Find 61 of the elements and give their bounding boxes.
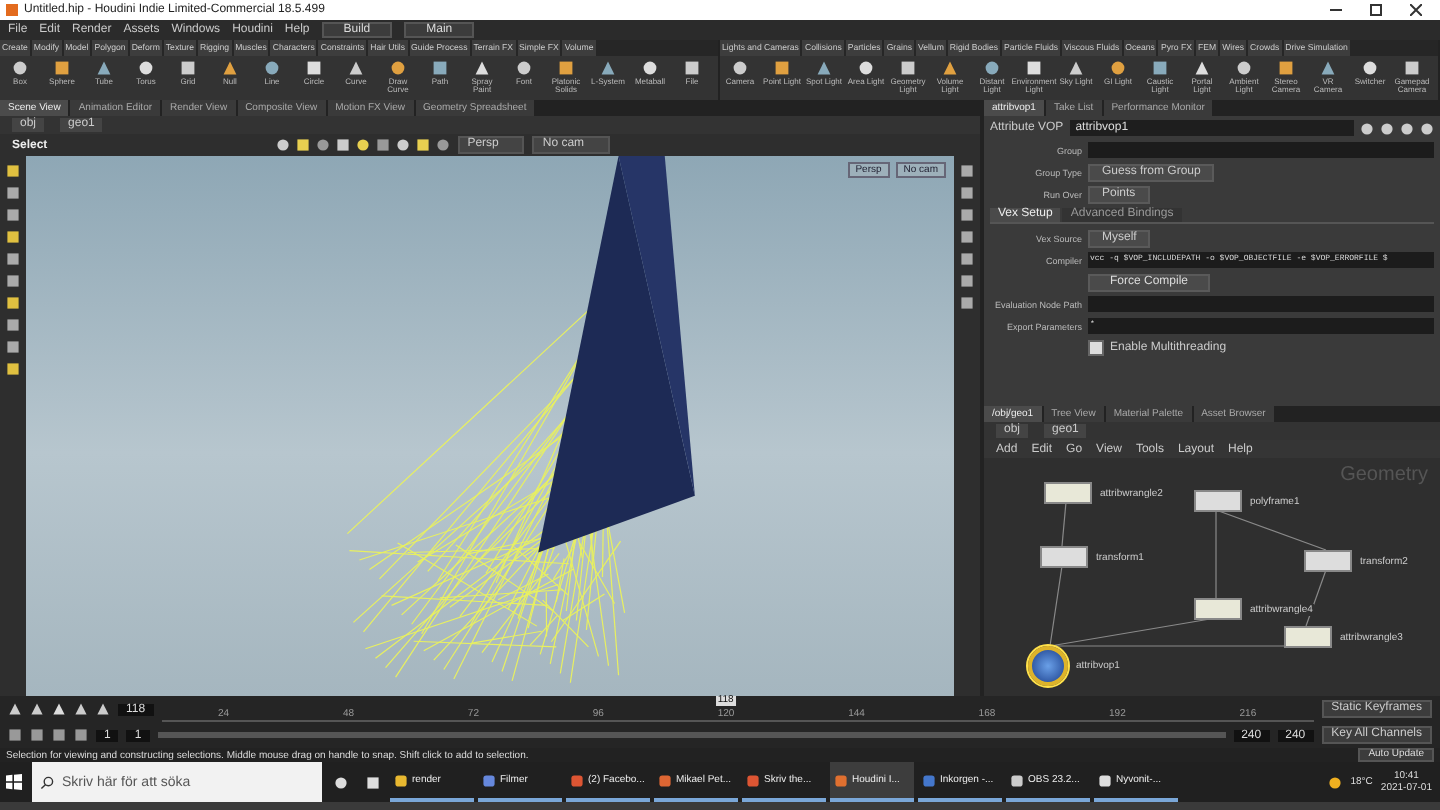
tool-icon[interactable] <box>1110 60 1126 76</box>
tool-icon[interactable] <box>1194 60 1210 76</box>
tool-icon[interactable] <box>774 60 790 76</box>
network-node[interactable] <box>1304 550 1352 572</box>
minimize-icon[interactable] <box>1330 4 1342 16</box>
connection-wire <box>1061 501 1067 547</box>
tool-icon[interactable] <box>600 60 616 76</box>
network-node[interactable] <box>1194 598 1242 620</box>
tool-icon[interactable] <box>642 60 658 76</box>
tool-icon[interactable] <box>306 60 322 76</box>
checkbox[interactable] <box>1088 340 1104 356</box>
tool-icon[interactable] <box>222 60 238 76</box>
tool-icon[interactable] <box>684 60 700 76</box>
tool-icon[interactable] <box>1362 60 1378 76</box>
windows-start-icon[interactable] <box>6 774 22 790</box>
network-node[interactable] <box>1284 626 1332 648</box>
text-field[interactable] <box>1088 142 1434 158</box>
network-node[interactable] <box>1028 646 1068 686</box>
app-icon <box>658 773 672 787</box>
app-icon <box>834 773 848 787</box>
app-icon <box>6 4 18 16</box>
tool-icon[interactable] <box>180 60 196 76</box>
tool-icon[interactable] <box>1026 60 1042 76</box>
tool-icon[interactable] <box>474 60 490 76</box>
tool-icon[interactable] <box>1320 60 1336 76</box>
tool-icon[interactable] <box>12 60 28 76</box>
tool-icon[interactable] <box>558 60 574 76</box>
tool-icon[interactable] <box>900 60 916 76</box>
tool-icon[interactable] <box>54 60 70 76</box>
tool-icon[interactable] <box>984 60 1000 76</box>
tool-icon[interactable] <box>96 60 112 76</box>
app-icon <box>1098 773 1112 787</box>
network-node[interactable] <box>1040 546 1088 568</box>
tool-icon[interactable] <box>1152 60 1168 76</box>
tool-icon[interactable] <box>1404 60 1420 76</box>
search-icon <box>40 775 54 789</box>
tool-icon[interactable] <box>1236 60 1252 76</box>
tool-icon[interactable] <box>816 60 832 76</box>
tool-icon[interactable] <box>1068 60 1084 76</box>
tool-icon[interactable] <box>1278 60 1294 76</box>
tool-icon[interactable] <box>138 60 154 76</box>
app-icon <box>394 773 408 787</box>
maximize-icon[interactable] <box>1370 4 1382 16</box>
tool-icon[interactable] <box>264 60 280 76</box>
app-icon <box>570 773 584 787</box>
weather-icon[interactable] <box>1328 775 1343 789</box>
tool-icon[interactable] <box>390 60 406 76</box>
tool-icon[interactable] <box>516 60 532 76</box>
tool-icon[interactable] <box>942 60 958 76</box>
network-node[interactable] <box>1044 482 1092 504</box>
close-icon[interactable] <box>1410 4 1422 16</box>
tool-icon[interactable] <box>432 60 448 76</box>
tool-icon[interactable] <box>732 60 748 76</box>
tool-icon[interactable] <box>348 60 364 76</box>
network-node[interactable] <box>1194 490 1242 512</box>
text-field[interactable] <box>1088 296 1434 312</box>
app-icon <box>922 773 936 787</box>
app-icon <box>746 773 760 787</box>
app-icon <box>1010 773 1024 787</box>
app-icon <box>482 773 496 787</box>
tool-icon[interactable] <box>858 60 874 76</box>
